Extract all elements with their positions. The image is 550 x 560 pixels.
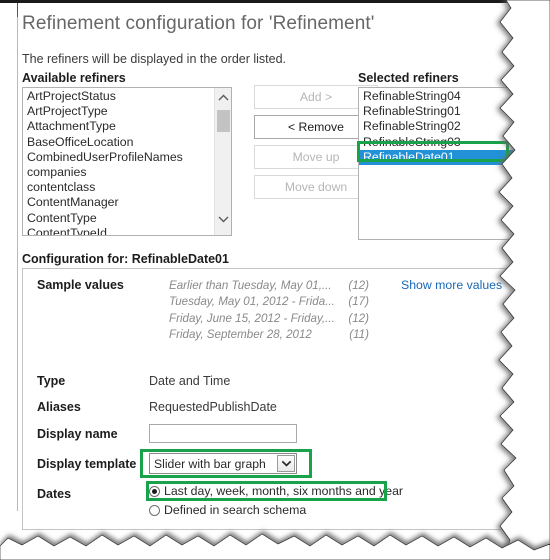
scroll-down-icon[interactable] [215, 212, 231, 229]
configuration-heading: Configuration for: RefinableDate01 [22, 252, 229, 266]
page-title: Refinement configuration for 'Refinement… [22, 13, 375, 34]
available-refiners-label: Available refiners [22, 71, 126, 85]
available-refiners-scrollbar[interactable] [214, 88, 231, 235]
list-item[interactable]: ContentType [23, 211, 231, 226]
available-refiners-list[interactable]: ArtProjectStatus ArtProjectType Attachment… [23, 88, 231, 235]
sample-value-row: Earlier than Tuesday, May 01,... (12) [169, 278, 369, 294]
list-item[interactable]: ContentTypeId [23, 226, 231, 235]
type-value: Date and Time [149, 374, 231, 388]
list-item-selected[interactable]: RefinableDate01 [359, 149, 519, 166]
list-item[interactable]: contentclass [23, 180, 231, 195]
available-refiners-column: Available refiners ArtProjectStatus ArtPr… [22, 71, 232, 236]
radio-icon-selected[interactable] [149, 485, 160, 497]
list-item[interactable]: RefinableString03 [359, 135, 519, 150]
list-item[interactable]: AttachmentType [23, 119, 231, 134]
show-more-values-link[interactable]: Show more values [401, 278, 502, 292]
selected-refiners-label: Selected refiners [358, 71, 459, 85]
list-item[interactable]: RefinableString01 [359, 104, 519, 119]
list-item[interactable]: companies [23, 165, 231, 180]
sample-value-count: (12) [348, 279, 369, 292]
page-header: Refinement configuration for 'Refinement… [18, 4, 518, 66]
display-name-input[interactable] [149, 424, 297, 443]
screenshot-root: Refinement configuration for 'Refinement… [0, 0, 550, 560]
available-refiners-listbox[interactable]: ArtProjectStatus ArtProjectType Attachment… [22, 87, 232, 236]
dates-option-last-periods[interactable]: Last day, week, month, six months and ye… [149, 484, 403, 498]
sample-value-row: Tuesday, May 01, 2012 - Frida... (17) [169, 294, 369, 310]
selected-refiners-column: Selected refiners RefinableString04 Refin… [358, 71, 520, 240]
sample-value-text: Friday, September 28, 2012 [169, 328, 312, 342]
display-template-label: Display template [37, 457, 137, 471]
dates-option-search-schema-label: Defined in search schema [164, 503, 307, 517]
radio-icon-unselected[interactable] [149, 504, 160, 516]
top-border-rule [0, 0, 520, 3]
list-item[interactable]: BaseOfficeLocation [23, 135, 231, 150]
sample-value-text: Friday, June 15, 2012 - Friday,... [169, 311, 335, 325]
sample-value-row: Friday, September 28, 2012 (11) [169, 327, 369, 343]
list-item[interactable]: RefinableString04 [359, 89, 519, 104]
list-item[interactable]: RefinableString02 [359, 119, 519, 134]
display-template-value: Slider with bar graph [154, 456, 266, 471]
list-item[interactable]: CombinedUserProfileNames [23, 150, 231, 165]
list-item[interactable]: ContentManager [23, 195, 231, 210]
aliases-value: RequestedPublishDate [149, 400, 277, 414]
sample-value-count: (12) [348, 311, 369, 325]
chevron-down-icon[interactable] [277, 455, 295, 472]
page-subtitle: The refiners will be displayed in the or… [22, 52, 287, 66]
sample-value-row: Friday, June 15, 2012 - Friday,... (12) [169, 311, 369, 327]
dates-option-search-schema[interactable]: Defined in search schema [149, 503, 306, 517]
sample-values-label: Sample values [37, 278, 124, 292]
display-name-label: Display name [37, 427, 118, 441]
sample-value-count: (17) [348, 295, 369, 309]
left-border-rule [17, 3, 18, 511]
refiner-picker: Available refiners ArtProjectStatus ArtPr… [22, 71, 520, 241]
sample-value-text: Earlier than Tuesday, May 01,... [169, 279, 332, 292]
dates-option-last-periods-label: Last day, week, month, six months and ye… [164, 484, 403, 498]
scroll-up-icon[interactable] [215, 90, 231, 107]
sample-value-count: (11) [349, 328, 369, 342]
sample-values-list: Earlier than Tuesday, May 01,... (12) Tues… [169, 278, 369, 344]
list-item[interactable]: ArtProjectStatus [23, 89, 231, 104]
scrollbar-thumb[interactable] [217, 110, 230, 132]
dates-label: Dates [37, 487, 72, 501]
type-label: Type [37, 374, 66, 388]
display-template-select[interactable]: Slider with bar graph [149, 453, 297, 474]
list-item[interactable]: ArtProjectType [23, 104, 231, 119]
sample-value-text: Tuesday, May 01, 2012 - Frida... [169, 295, 335, 309]
configuration-panel: Sample values Earlier than Tuesday, May … [22, 268, 518, 530]
aliases-label: Aliases [37, 400, 81, 414]
selected-refiners-list[interactable]: RefinableString04 RefinableString01 Refina… [359, 88, 519, 166]
selected-refiners-listbox[interactable]: RefinableString04 RefinableString01 Refina… [358, 87, 520, 240]
